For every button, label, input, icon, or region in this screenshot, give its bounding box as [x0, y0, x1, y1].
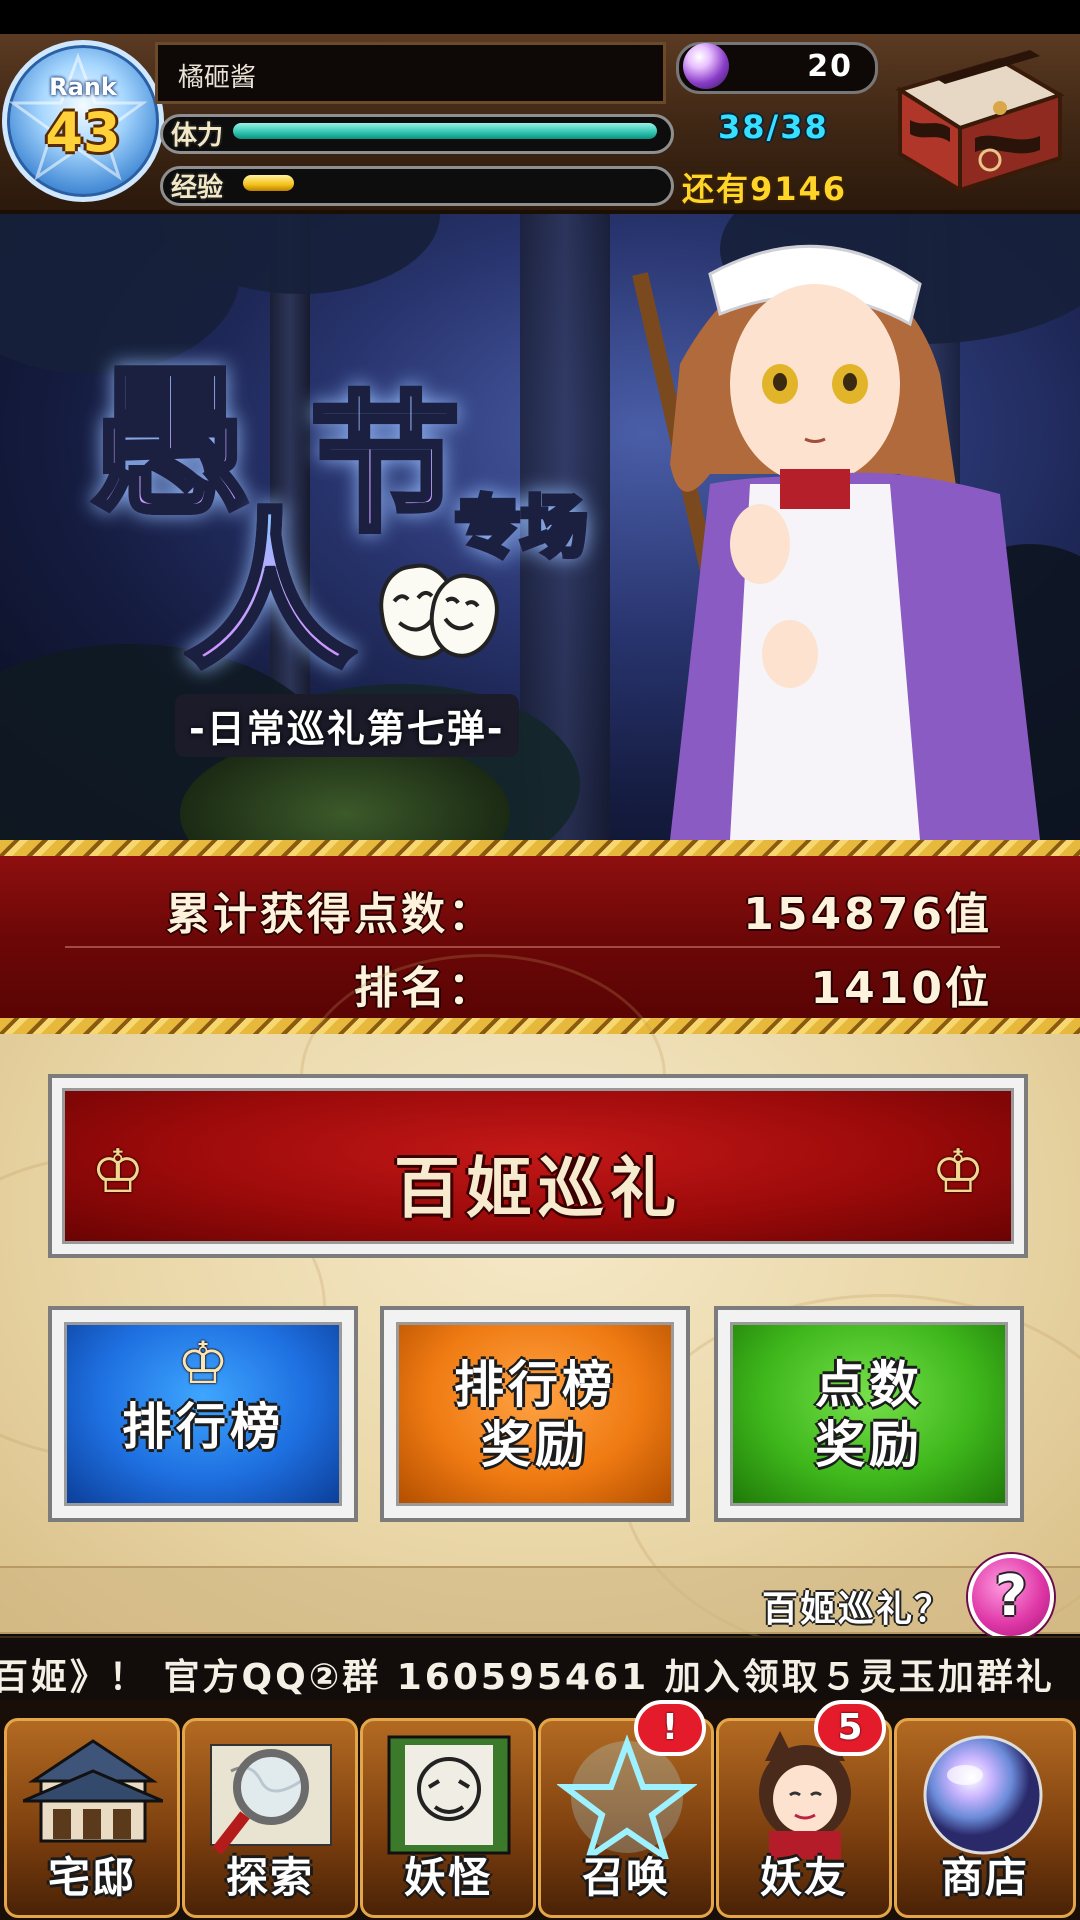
rank-label: Rank [49, 73, 117, 101]
ranking-reward-label-line1: 排行榜 [454, 1355, 616, 1414]
player-name: 橘砸酱 [178, 63, 257, 93]
nav-shop-label: 商店 [940, 1853, 1029, 1902]
help-text[interactable]: 百姬巡礼？ [762, 1580, 952, 1632]
points-value: 154876值 [743, 889, 992, 940]
nav-friends-label: 妖友 [759, 1853, 848, 1902]
summon-alert-badge: ! [634, 1700, 706, 1756]
rank-badge[interactable]: Rank 43 [2, 40, 164, 202]
nav-yokai-label: 妖怪 [403, 1853, 492, 1902]
ranking-button-face: ♔ 排行榜 [64, 1322, 342, 1506]
announcement-ticker: 百姬》！ 官方QQ②群 160595461 加入领取５灵玉加群礼 [0, 1636, 1080, 1702]
points-label: 累计获得点数： [166, 889, 495, 940]
points-reward-label-line2: 奖励 [815, 1415, 923, 1474]
ticker-text: 百姬》！ 官方QQ②群 160595461 加入领取５灵玉加群礼 [0, 1657, 1055, 1698]
nav-mansion-label: 宅邸 [47, 1853, 136, 1902]
rank-value: 43 [45, 101, 121, 164]
ranking-value: 1410位 [810, 963, 992, 1014]
treasure-chest-icon[interactable] [880, 50, 1070, 200]
question-mark-icon: ? [994, 1564, 1028, 1629]
experience-label: 经验 [171, 173, 224, 203]
banner-title-char: 节 [307, 344, 463, 561]
crown-icon: ♔ [177, 1329, 229, 1397]
points-reward-button[interactable]: 点数 奖励 [714, 1306, 1024, 1522]
experience-remaining: 还有9146 [682, 170, 848, 208]
points-reward-button-face: 点数 奖励 [730, 1322, 1008, 1506]
help-button[interactable]: ? [968, 1554, 1054, 1640]
mansion-icon [23, 1739, 163, 1843]
yokai-scroll-icon [387, 1735, 511, 1855]
ranking-button[interactable]: ♔ 排行榜 [48, 1306, 358, 1522]
banner-subtitle: -日常巡礼第七弹- [175, 694, 519, 757]
nav-yokai[interactable]: 妖怪 [360, 1718, 536, 1918]
experience-bar-fill [243, 175, 294, 191]
rope-divider [0, 840, 1080, 856]
crystal-orb-shop-icon [923, 1735, 1043, 1855]
spirit-orb-icon [683, 43, 729, 89]
crown-icon: ♔ [931, 1137, 985, 1207]
hyakki-junrei-button-face: ♔ 百姬巡礼 ♔ [62, 1088, 1014, 1244]
magnifier-map-icon [210, 1744, 332, 1855]
ranking-reward-button-face: 排行榜 奖励 [396, 1322, 674, 1506]
bottom-navigation: 宅邸 探索 妖怪 召唤 ! 妖友 5 商店 [0, 1700, 1080, 1920]
stats-divider [65, 946, 1000, 948]
player-name-box[interactable]: 橘砸酱 [155, 42, 666, 104]
system-status-bar [0, 0, 1080, 34]
ranking-reward-button[interactable]: 排行榜 奖励 [380, 1306, 690, 1522]
spirit-orb-counter[interactable]: 20 [676, 42, 878, 94]
ranking-button-label: 排行榜 [122, 1397, 284, 1456]
help-strip: 百姬巡礼？ [0, 1566, 1080, 1634]
event-banner[interactable]: 愚 人 节 专场 -日常巡礼第七弹- [0, 214, 1080, 840]
hyakki-junrei-label: 百姬巡礼 [394, 1149, 682, 1227]
nav-explore-label: 探索 [225, 1853, 314, 1902]
friends-count-badge: 5 [814, 1700, 886, 1756]
points-reward-label-line1: 点数 [815, 1355, 923, 1414]
spirit-orb-count: 20 [807, 49, 853, 84]
stamina-label: 体力 [171, 121, 224, 151]
nav-mansion[interactable]: 宅邸 [4, 1718, 180, 1918]
hyakki-junrei-button[interactable]: ♔ 百姬巡礼 ♔ [48, 1074, 1028, 1258]
ranking-reward-label-line2: 奖励 [481, 1415, 589, 1474]
stamina-bar: 体力 [160, 114, 674, 154]
experience-bar: 经验 [160, 166, 674, 206]
nav-shop[interactable]: 商店 [894, 1718, 1076, 1918]
stamina-value: 38/38 [718, 108, 829, 146]
maid-character-illustration [632, 244, 1040, 840]
nav-explore[interactable]: 探索 [182, 1718, 358, 1918]
nav-summon-label: 召唤 [581, 1853, 670, 1902]
stamina-bar-fill [233, 123, 657, 139]
